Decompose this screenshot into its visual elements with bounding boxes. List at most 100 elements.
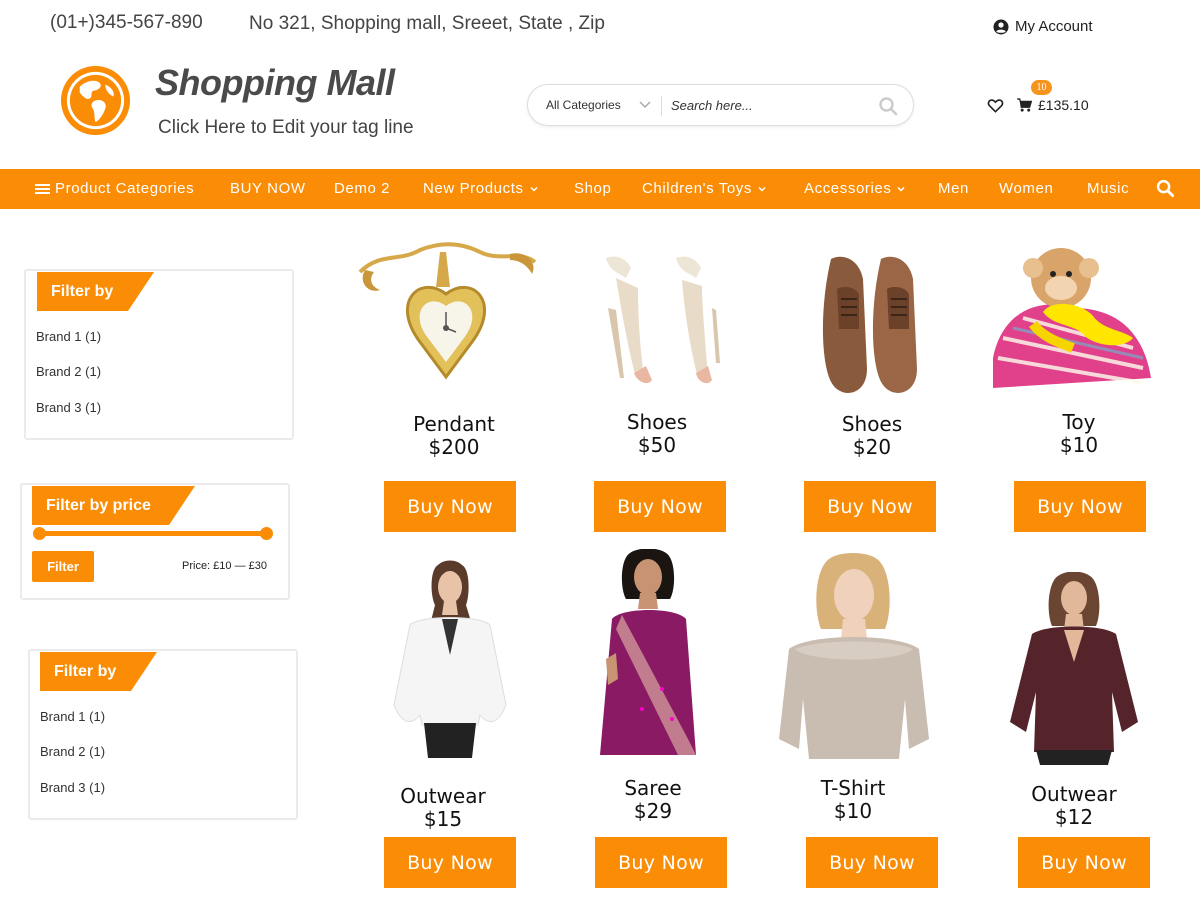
product-price: $29 xyxy=(633,799,673,823)
nav-item-accessories[interactable]: Accessories xyxy=(804,169,906,209)
chevron-down-icon xyxy=(758,186,766,192)
nav-label: Product Categories xyxy=(55,180,195,197)
brand-count: (1) xyxy=(89,780,106,795)
product-name[interactable]: Saree xyxy=(568,776,738,800)
brand-name: Brand 2 xyxy=(36,364,82,379)
product-price: $20 xyxy=(852,435,892,459)
brand-filter-item[interactable]: Brand 1 (1) xyxy=(36,329,101,344)
product-image-brown-shoes[interactable] xyxy=(813,249,931,404)
product-name[interactable]: T-Shirt xyxy=(768,776,938,800)
brand-filter-item[interactable]: Brand 3 (1) xyxy=(36,400,101,415)
product-price: $10 xyxy=(1059,433,1099,457)
cart-link[interactable]: £135.10 xyxy=(1017,97,1089,113)
product-name[interactable]: Outwear xyxy=(358,784,528,808)
product-name[interactable]: Pendant xyxy=(369,412,539,436)
site-tagline: Click Here to Edit your tag line xyxy=(158,117,414,138)
brand-name: Brand 1 xyxy=(40,709,86,724)
nav-item-buy-now[interactable]: BUY NOW xyxy=(230,169,306,209)
brand-name: Brand 3 xyxy=(36,400,82,415)
brand-count: (1) xyxy=(85,329,102,344)
product-name[interactable]: Toy xyxy=(994,410,1164,434)
phone-number: (01+)345-567-890 xyxy=(50,12,203,33)
price-filter-widget: Filter by price Filter Price: £10 — £30 xyxy=(20,483,290,600)
nav-item-shop[interactable]: Shop xyxy=(574,169,611,209)
brand-count: (1) xyxy=(89,744,106,759)
my-account-link[interactable]: My Account xyxy=(993,18,1093,35)
product-price: $200 xyxy=(428,435,480,459)
brand-name: Brand 2 xyxy=(40,744,86,759)
globe-icon[interactable] xyxy=(60,65,131,136)
product-price: $50 xyxy=(637,433,677,457)
chevron-down-icon[interactable] xyxy=(638,97,652,111)
brand-count: (1) xyxy=(85,364,102,379)
brand-filter-widget: Filter by Brand 1 (1) Brand 2 (1) Brand … xyxy=(24,269,294,440)
nav-label: Accessories xyxy=(804,180,892,197)
buy-now-button[interactable]: Buy Now xyxy=(384,481,516,532)
buy-now-button[interactable]: Buy Now xyxy=(804,481,936,532)
buy-now-button[interactable]: Buy Now xyxy=(1014,481,1146,532)
category-select[interactable]: All Categories xyxy=(546,98,621,112)
brand-count: (1) xyxy=(85,400,102,415)
nav-item-new-products[interactable]: New Products xyxy=(423,169,539,209)
nav-item-music[interactable]: Music xyxy=(1087,169,1129,209)
price-slider-track[interactable] xyxy=(35,531,268,536)
widget-title: Filter by xyxy=(40,652,157,691)
product-image-saree[interactable] xyxy=(592,549,706,755)
product-price: $15 xyxy=(423,807,463,831)
buy-now-button[interactable]: Buy Now xyxy=(806,837,938,888)
nav-item-childrens-toys[interactable]: Children's Toys xyxy=(642,169,767,209)
main-navigation: Product Categories BUY NOW Demo 2 New Pr… xyxy=(0,169,1200,209)
chevron-down-icon xyxy=(897,186,905,192)
product-image-brown-blouse[interactable] xyxy=(996,572,1152,765)
brand-name: Brand 3 xyxy=(40,780,86,795)
nav-label: Children's Toys xyxy=(642,180,752,197)
chevron-down-icon xyxy=(530,186,538,192)
store-address: No 321, Shopping mall, Sreeet, State , Z… xyxy=(249,13,605,34)
filter-button[interactable]: Filter xyxy=(32,551,94,582)
buy-now-button[interactable]: Buy Now xyxy=(595,837,727,888)
nav-item-product-categories[interactable]: Product Categories xyxy=(35,169,194,209)
cart-icon xyxy=(1017,98,1032,112)
top-bar: (01+)345-567-890 No 321, Shopping mall, … xyxy=(0,0,1200,50)
product-price: $10 xyxy=(833,799,873,823)
search-divider xyxy=(661,96,662,116)
brand-count: (1) xyxy=(89,709,106,724)
user-circle-icon xyxy=(993,19,1009,34)
product-name[interactable]: Shoes xyxy=(572,410,742,434)
product-image-pendant[interactable] xyxy=(350,232,542,402)
nav-label: New Products xyxy=(423,180,524,197)
widget-title: Filter by price xyxy=(32,486,195,525)
product-name[interactable]: Outwear xyxy=(989,782,1159,806)
search-input[interactable] xyxy=(671,94,871,116)
price-slider-max-handle[interactable] xyxy=(260,527,273,540)
search-icon[interactable] xyxy=(1156,179,1175,198)
cart-total: £135.10 xyxy=(1038,97,1089,113)
brand-filter-item[interactable]: Brand 3 (1) xyxy=(40,780,105,795)
search-icon[interactable] xyxy=(878,96,898,116)
price-range-text: Price: £10 — £30 xyxy=(182,560,267,572)
heart-icon[interactable] xyxy=(987,97,1004,114)
brand-filter-item[interactable]: Brand 2 (1) xyxy=(40,744,105,759)
nav-item-women[interactable]: Women xyxy=(999,169,1053,209)
cart-count-badge: 10 xyxy=(1031,80,1052,95)
my-account-label: My Account xyxy=(1015,18,1093,35)
buy-now-button[interactable]: Buy Now xyxy=(384,837,516,888)
search-bar: All Categories xyxy=(527,84,914,126)
brand-name: Brand 1 xyxy=(36,329,82,344)
nav-item-men[interactable]: Men xyxy=(938,169,969,209)
product-image-toy[interactable] xyxy=(983,238,1153,390)
site-title[interactable]: Shopping Mall xyxy=(155,62,395,104)
price-slider-min-handle[interactable] xyxy=(33,527,46,540)
brand-filter-item[interactable]: Brand 1 (1) xyxy=(40,709,105,724)
menu-icon xyxy=(35,184,50,194)
product-image-tshirt[interactable] xyxy=(759,549,949,759)
buy-now-button[interactable]: Buy Now xyxy=(594,481,726,532)
brand-filter-item[interactable]: Brand 2 (1) xyxy=(36,364,101,379)
product-name[interactable]: Shoes xyxy=(787,412,957,436)
product-image-heels[interactable] xyxy=(586,248,738,398)
product-image-white-blouse[interactable] xyxy=(380,555,520,758)
nav-item-demo-2[interactable]: Demo 2 xyxy=(334,169,390,209)
product-price: $12 xyxy=(1054,805,1094,829)
brand-filter-widget: Filter by Brand 1 (1) Brand 2 (1) Brand … xyxy=(28,649,298,820)
buy-now-button[interactable]: Buy Now xyxy=(1018,837,1150,888)
